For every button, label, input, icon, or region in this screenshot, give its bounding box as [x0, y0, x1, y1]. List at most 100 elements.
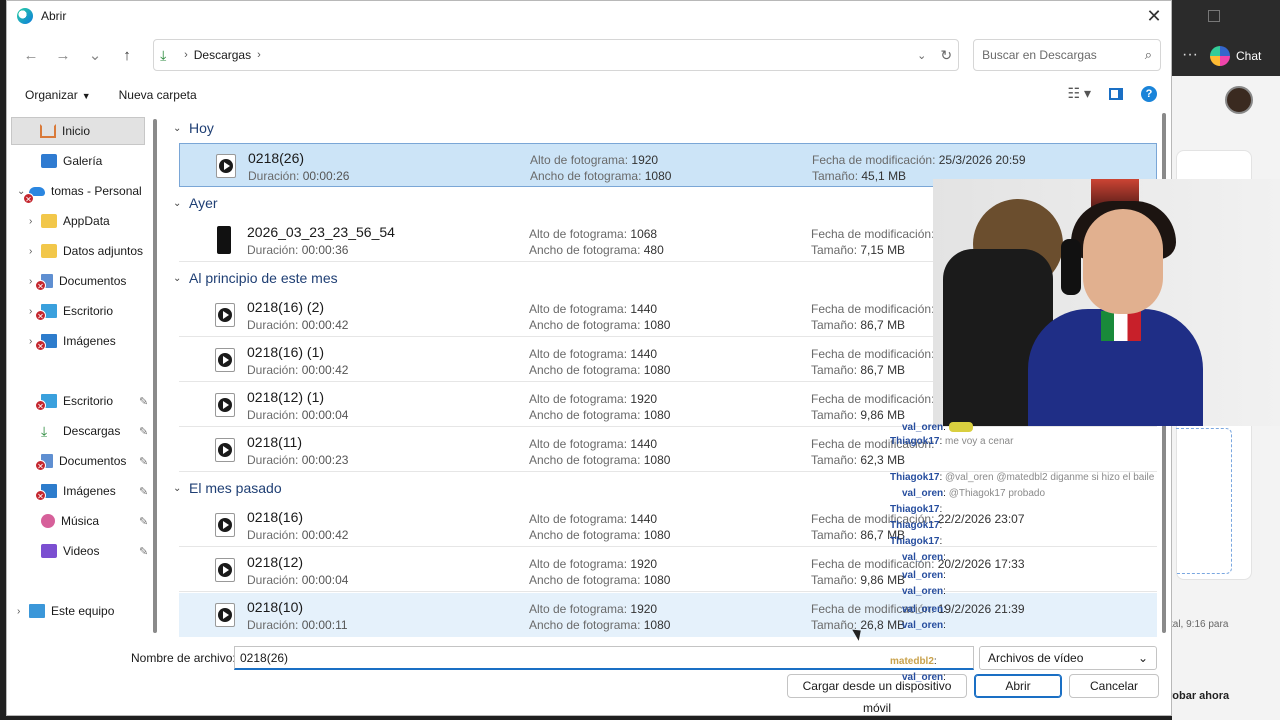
sidebar-item[interactable]: › ✕ Documentos	[13, 267, 147, 295]
sidebar-item-label: Videos	[63, 544, 100, 558]
address-dropdown-icon[interactable]: ⌄	[917, 49, 926, 62]
modified-label: Fecha de modificación:	[811, 512, 935, 526]
sidebar-item-label: Escritorio	[63, 304, 114, 318]
shirt-collar	[1101, 311, 1141, 341]
gallery-icon	[41, 154, 57, 168]
file-size: Tamaño: 7,15 MB	[811, 243, 905, 257]
file-row[interactable]: 0218(16) Duración: 00:00:42 Alto de fotogr…	[179, 503, 1157, 547]
chevron-down-icon[interactable]: ⌄	[173, 198, 189, 209]
search-icon[interactable]: ⌕	[1145, 47, 1152, 63]
open-button[interactable]: Abrir	[974, 674, 1062, 698]
width-value: 1080	[643, 573, 671, 587]
sidebar-item[interactable]: ✕ Imágenes ✎	[13, 477, 149, 505]
close-icon[interactable]: ✕	[1141, 3, 1167, 29]
breadcrumb-descargas[interactable]: Descargas	[194, 48, 251, 62]
file-name: 0218(12)	[247, 554, 304, 570]
sync-error-icon: ✕	[35, 400, 46, 411]
size-label: Tamaño:	[811, 243, 858, 257]
sync-error-icon: ✕	[35, 340, 46, 351]
file-height: Alto de fotograma: 1440	[529, 347, 657, 361]
up-button[interactable]: ↑	[113, 40, 141, 70]
sidebar-item[interactable]: ⌄ ✕ tomas - Personal	[13, 177, 147, 205]
chevron-right-icon[interactable]: ›	[17, 606, 29, 617]
sidebar-item[interactable]: ⤓ Descargas ✎	[13, 417, 148, 445]
breadcrumb-chevron-icon[interactable]: ›	[257, 49, 261, 61]
sidebar-item-label: Documentos	[59, 454, 127, 468]
width-value: 1080	[643, 408, 671, 422]
width-label: Ancho de fotograma:	[529, 243, 641, 257]
background-action-button[interactable]: robar ahora	[1168, 690, 1229, 702]
chevron-down-icon[interactable]: ⌄	[173, 483, 189, 494]
folder-icon	[41, 214, 57, 228]
avatar[interactable]	[1225, 86, 1253, 114]
file-duration: Duración: 00:00:23	[247, 453, 348, 467]
chevron-right-icon[interactable]: ›	[29, 216, 41, 227]
video-file-icon	[215, 393, 235, 417]
preview-pane-icon[interactable]	[1109, 87, 1123, 100]
cancel-button[interactable]: Cancelar	[1069, 674, 1159, 698]
search-input[interactable]: Buscar en Descargas ⌕	[973, 39, 1162, 71]
height-label: Alto de fotograma:	[529, 392, 628, 406]
sidebar-item[interactable]: Música ✎	[13, 507, 148, 535]
background-titlebar	[1172, 0, 1280, 36]
file-width: Ancho de fotograma: 1080	[529, 318, 670, 332]
duration-value: 00:00:42	[301, 318, 349, 332]
breadcrumb-separator-icon[interactable]: ›	[184, 49, 188, 61]
help-icon[interactable]: ?	[1141, 85, 1157, 102]
more-options-icon[interactable]: ···	[1182, 46, 1198, 64]
recent-locations-button[interactable]: ⌄	[81, 40, 109, 70]
chevron-down-icon[interactable]: ⌄	[173, 273, 189, 284]
filetype-select[interactable]: Archivos de vídeo ⌄	[979, 646, 1157, 670]
file-row[interactable]: 0218(12) Duración: 00:00:04 Alto de fotogr…	[179, 548, 1157, 592]
new-folder-button[interactable]: Nueva carpeta	[119, 88, 197, 102]
address-bar[interactable]: ⤓ › Descargas › ⌄ ↻	[153, 39, 960, 71]
navigation-scrollbar[interactable]	[153, 119, 157, 633]
upload-from-mobile-button[interactable]: Cargar desde un dispositivo móvil	[787, 674, 967, 715]
headset-icon	[1061, 239, 1081, 295]
file-name: 0218(10)	[247, 599, 304, 615]
organize-button[interactable]: Organizar ▼	[25, 88, 91, 102]
height-value: 1920	[630, 602, 658, 616]
size-label: Tamaño:	[811, 453, 858, 467]
sidebar-item[interactable]: › Datos adjuntos	[13, 237, 147, 265]
sidebar-item-label: Imágenes	[63, 484, 116, 498]
sync-error-icon: ✕	[23, 192, 34, 204]
chevron-down-icon: ▼	[81, 91, 91, 101]
sidebar-item[interactable]: Galería	[13, 147, 147, 175]
file-row[interactable]: 0218(10) Duración: 00:00:11 Alto de fotogr…	[179, 593, 1157, 637]
group-header[interactable]: ⌄ Al principio de este mes	[169, 263, 338, 293]
pictures-icon: ✕	[35, 484, 57, 501]
sidebar-item[interactable]: Inicio	[11, 117, 145, 145]
group-header[interactable]: ⌄ Hoy	[169, 113, 214, 143]
forward-button[interactable]: →	[49, 40, 77, 70]
sidebar-item[interactable]: › Este equipo	[13, 597, 147, 625]
sidebar-item[interactable]: ✕ Documentos ✎	[13, 447, 148, 475]
duration-value: 00:00:26	[302, 169, 350, 183]
sidebar-item[interactable]: Videos ✎	[13, 537, 148, 565]
maximize-icon[interactable]	[1208, 10, 1220, 22]
size-value: 45,1 MB	[861, 169, 907, 183]
sidebar-item[interactable]: › ✕ Imágenes	[13, 327, 147, 355]
duration-label: Duración:	[247, 363, 299, 377]
back-button[interactable]: ←	[17, 40, 45, 70]
size-label: Tamaño:	[811, 318, 858, 332]
chevron-right-icon[interactable]: ›	[29, 246, 41, 257]
group-header[interactable]: ⌄ El mes pasado	[169, 473, 282, 503]
video-file-icon	[215, 558, 235, 582]
size-label: Tamaño:	[811, 363, 858, 377]
sidebar-item[interactable]: › ✕ Escritorio	[13, 297, 147, 325]
sidebar-item[interactable]: ✕ Escritorio ✎	[13, 387, 148, 415]
group-header[interactable]: ⌄ Ayer	[169, 188, 218, 218]
filename-input[interactable]	[234, 646, 974, 670]
file-modified: Fecha de modificación: 20/2/2026 17:33	[811, 557, 1025, 571]
file-modified: Fecha de modificación:	[811, 437, 934, 451]
pin-icon: ✎	[139, 485, 149, 498]
chevron-down-icon[interactable]: ⌄	[173, 123, 189, 134]
refresh-icon[interactable]: ↻	[940, 47, 952, 64]
copilot-chat-button[interactable]: Chat	[1210, 42, 1261, 70]
view-options-icon[interactable]: ☷ ▾	[1068, 85, 1091, 102]
video-file-icon	[215, 303, 235, 327]
file-row[interactable]: 0218(11) Duración: 00:00:23 Alto de fotogr…	[179, 428, 1157, 472]
height-label: Alto de fotograma:	[529, 557, 628, 571]
sidebar-item[interactable]: › AppData	[13, 207, 147, 235]
